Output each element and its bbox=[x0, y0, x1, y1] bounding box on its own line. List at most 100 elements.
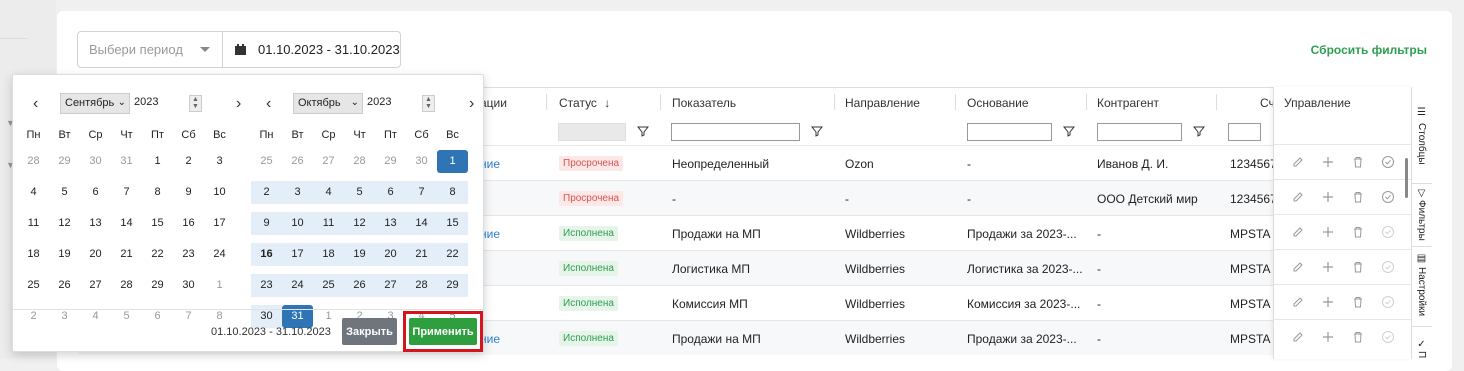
calendar-day[interactable]: 1 bbox=[142, 150, 173, 173]
calendar-day[interactable]: 29 bbox=[375, 150, 406, 173]
calendar-day[interactable]: 20 bbox=[375, 243, 406, 266]
account-filter-input[interactable] bbox=[1228, 123, 1261, 141]
spinner-up-icon[interactable]: ▲ bbox=[423, 96, 434, 103]
column-header-status[interactable]: Статус ↓ bbox=[559, 96, 610, 110]
close-button[interactable]: Закрыть bbox=[342, 318, 397, 345]
filter-funnel-icon[interactable] bbox=[811, 125, 823, 137]
plus-icon[interactable] bbox=[1321, 330, 1335, 344]
calendar-day[interactable]: 21 bbox=[111, 243, 142, 266]
metric-filter-input[interactable] bbox=[671, 123, 800, 141]
calendar-day[interactable]: 1 bbox=[437, 150, 468, 173]
side-tab-more[interactable]: ✓ П bbox=[1412, 327, 1432, 359]
calendar-day[interactable]: 15 bbox=[437, 212, 468, 235]
calendar-day[interactable]: 9 bbox=[251, 212, 282, 235]
column-header-operations[interactable]: ации bbox=[480, 96, 507, 110]
year-value[interactable]: 2023 bbox=[367, 96, 391, 108]
calendar-day[interactable]: 27 bbox=[80, 274, 111, 297]
calendar-day[interactable]: 22 bbox=[142, 243, 173, 266]
spinner-up-icon[interactable]: ▲ bbox=[190, 96, 201, 103]
edit-icon[interactable] bbox=[1291, 295, 1305, 309]
year-spinner[interactable]: ▲ ▼ bbox=[422, 95, 435, 112]
counterparty-filter-input[interactable] bbox=[1097, 123, 1182, 141]
edit-icon[interactable] bbox=[1291, 190, 1305, 204]
next-month-button[interactable]: › bbox=[236, 95, 241, 113]
calendar-day[interactable]: 7 bbox=[111, 181, 142, 204]
calendar-day[interactable]: 28 bbox=[18, 150, 49, 173]
calendar-day[interactable]: 17 bbox=[204, 212, 235, 235]
calendar-day[interactable]: 4 bbox=[18, 181, 49, 204]
plus-icon[interactable] bbox=[1321, 190, 1335, 204]
year-spinner[interactable]: ▲ ▼ bbox=[189, 95, 202, 112]
calendar-day[interactable]: 18 bbox=[313, 243, 344, 266]
calendar-day[interactable]: 8 bbox=[437, 181, 468, 204]
calendar-day[interactable]: 29 bbox=[437, 274, 468, 297]
prev-month-button[interactable]: ‹ bbox=[33, 95, 38, 113]
trash-icon[interactable] bbox=[1351, 190, 1365, 204]
plus-icon[interactable] bbox=[1321, 155, 1335, 169]
plus-icon[interactable] bbox=[1321, 225, 1335, 239]
calendar-day[interactable]: 20 bbox=[80, 243, 111, 266]
side-tab-filters[interactable]: ▽ Фильтры bbox=[1412, 184, 1432, 247]
calendar-day[interactable]: 28 bbox=[406, 274, 437, 297]
calendar-day[interactable]: 29 bbox=[142, 274, 173, 297]
calendar-day[interactable]: 21 bbox=[406, 243, 437, 266]
scrollbar-thumb[interactable] bbox=[1405, 158, 1408, 198]
calendar-day[interactable]: 6 bbox=[375, 181, 406, 204]
trash-icon[interactable] bbox=[1351, 260, 1365, 274]
calendar-day[interactable]: 11 bbox=[313, 212, 344, 235]
apply-button[interactable]: Применить bbox=[409, 318, 477, 345]
calendar-day[interactable]: 13 bbox=[375, 212, 406, 235]
column-header-counterparty[interactable]: Контрагент bbox=[1097, 96, 1159, 110]
calendar-day[interactable]: 11 bbox=[18, 212, 49, 235]
basis-filter-input[interactable] bbox=[967, 123, 1052, 141]
calendar-day[interactable]: 8 bbox=[142, 181, 173, 204]
year-value[interactable]: 2023 bbox=[134, 96, 158, 108]
calendar-day[interactable]: 19 bbox=[344, 243, 375, 266]
calendar-day[interactable]: 1 bbox=[204, 274, 235, 297]
calendar-day[interactable]: 27 bbox=[375, 274, 406, 297]
calendar-day[interactable]: 12 bbox=[344, 212, 375, 235]
calendar-day[interactable]: 28 bbox=[111, 274, 142, 297]
calendar-day[interactable]: 10 bbox=[204, 181, 235, 204]
trash-icon[interactable] bbox=[1351, 225, 1365, 239]
spinner-down-icon[interactable]: ▼ bbox=[423, 103, 434, 110]
calendar-day[interactable]: 19 bbox=[49, 243, 80, 266]
calendar-day[interactable]: 22 bbox=[437, 243, 468, 266]
prev-month-button[interactable]: ‹ bbox=[266, 95, 271, 113]
filter-funnel-icon[interactable] bbox=[1193, 125, 1205, 137]
calendar-day[interactable]: 25 bbox=[18, 274, 49, 297]
edit-icon[interactable] bbox=[1291, 155, 1305, 169]
calendar-day[interactable]: 23 bbox=[251, 274, 282, 297]
period-select[interactable]: Выбери период bbox=[77, 31, 223, 68]
calendar-day[interactable]: 17 bbox=[282, 243, 313, 266]
calendar-day[interactable]: 10 bbox=[282, 212, 313, 235]
plus-icon[interactable] bbox=[1321, 295, 1335, 309]
calendar-day[interactable]: 3 bbox=[282, 181, 313, 204]
calendar-day[interactable]: 27 bbox=[313, 150, 344, 173]
trash-icon[interactable] bbox=[1351, 295, 1365, 309]
calendar-day[interactable]: 25 bbox=[251, 150, 282, 173]
calendar-day[interactable]: 28 bbox=[344, 150, 375, 173]
calendar-day[interactable]: 26 bbox=[282, 150, 313, 173]
calendar-day[interactable]: 14 bbox=[111, 212, 142, 235]
spinner-down-icon[interactable]: ▼ bbox=[190, 103, 201, 110]
calendar-day[interactable]: 9 bbox=[173, 181, 204, 204]
calendar-day[interactable]: 18 bbox=[18, 243, 49, 266]
calendar-day[interactable]: 29 bbox=[49, 150, 80, 173]
calendar-day[interactable]: 23 bbox=[173, 243, 204, 266]
column-header-direction[interactable]: Направление bbox=[845, 96, 920, 110]
calendar-day[interactable]: 3 bbox=[204, 150, 235, 173]
calendar-day[interactable]: 26 bbox=[49, 274, 80, 297]
calendar-day[interactable]: 5 bbox=[344, 181, 375, 204]
check-circle-icon[interactable] bbox=[1381, 155, 1395, 169]
edit-icon[interactable] bbox=[1291, 260, 1305, 274]
month-select[interactable]: Сентябрь ⌄ bbox=[60, 93, 130, 114]
calendar-day[interactable]: 25 bbox=[313, 274, 344, 297]
calendar-day[interactable]: 24 bbox=[204, 243, 235, 266]
edit-icon[interactable] bbox=[1291, 330, 1305, 344]
column-header-metric[interactable]: Показатель bbox=[672, 96, 736, 110]
date-range-input[interactable]: 01.10.2023 - 31.10.2023 bbox=[222, 31, 401, 68]
plus-icon[interactable] bbox=[1321, 260, 1335, 274]
trash-icon[interactable] bbox=[1351, 330, 1365, 344]
calendar-day[interactable]: 31 bbox=[111, 150, 142, 173]
